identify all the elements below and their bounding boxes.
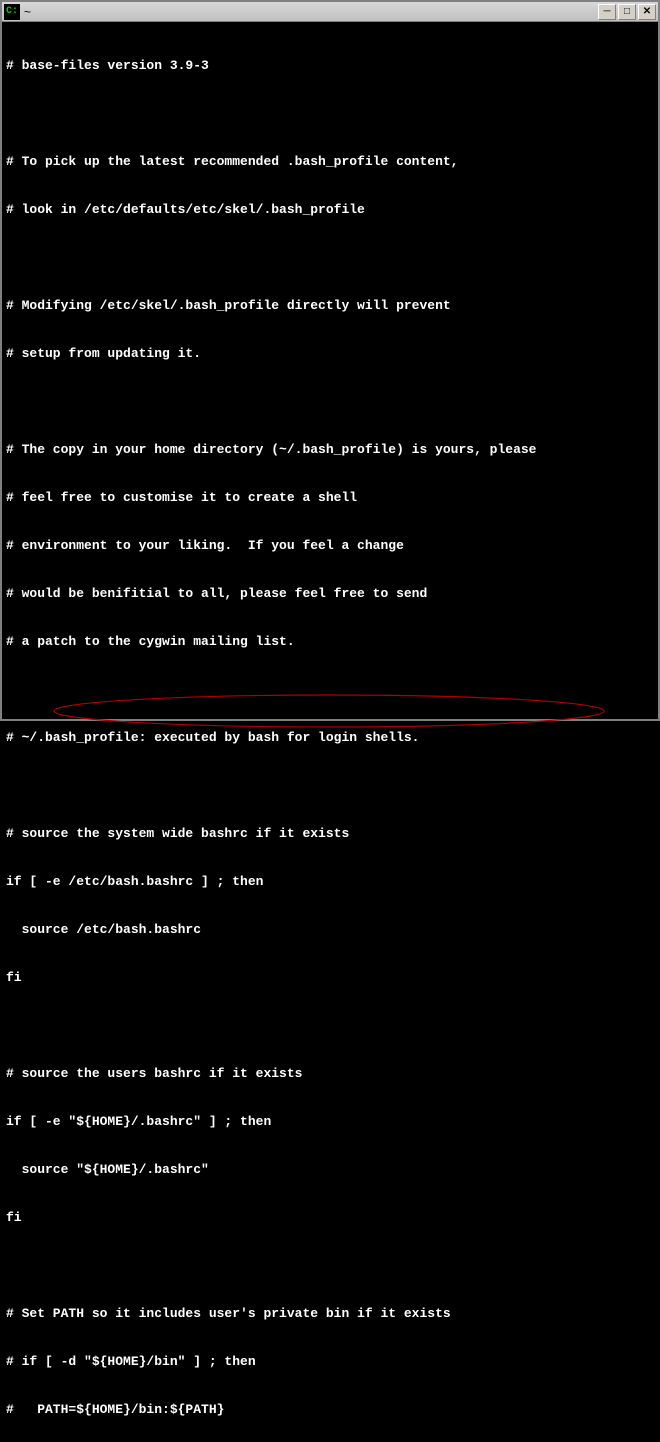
file-line: # Set PATH so it includes user's private… (6, 1306, 654, 1322)
file-line: # feel free to customise it to create a … (6, 490, 654, 506)
file-line: # The copy in your home directory (~/.ba… (6, 442, 654, 458)
window-title: ~ (24, 5, 598, 19)
file-line: if [ -e /etc/bash.bashrc ] ; then (6, 874, 654, 890)
file-line: # if [ -d "${HOME}/bin" ] ; then (6, 1354, 654, 1370)
file-line (6, 394, 654, 410)
app-icon: C: (4, 4, 20, 20)
file-line: # look in /etc/defaults/etc/skel/.bash_p… (6, 202, 654, 218)
file-line: # base-files version 3.9-3 (6, 58, 654, 74)
file-line: # would be benifitial to all, please fee… (6, 586, 654, 602)
file-line (6, 250, 654, 266)
file-line (6, 682, 654, 698)
file-line: # To pick up the latest recommended .bas… (6, 154, 654, 170)
file-line: # ~/.bash_profile: executed by bash for … (6, 730, 654, 746)
file-line: source /etc/bash.bashrc (6, 922, 654, 938)
window-controls: ─ □ ✕ (598, 4, 656, 20)
file-line: source "${HOME}/.bashrc" (6, 1162, 654, 1178)
minimize-button[interactable]: ─ (598, 4, 616, 20)
file-line: fi (6, 970, 654, 986)
file-line: # environment to your liking. If you fee… (6, 538, 654, 554)
file-line (6, 778, 654, 794)
terminal-content[interactable]: # base-files version 3.9-3 # To pick up … (2, 22, 658, 1442)
file-line (6, 1258, 654, 1274)
titlebar[interactable]: C: ~ ─ □ ✕ (2, 2, 658, 22)
maximize-button[interactable]: □ (618, 4, 636, 20)
file-line: fi (6, 1210, 654, 1226)
file-line: # source the system wide bashrc if it ex… (6, 826, 654, 842)
file-line: # source the users bashrc if it exists (6, 1066, 654, 1082)
file-line: # Modifying /etc/skel/.bash_profile dire… (6, 298, 654, 314)
file-line (6, 1018, 654, 1034)
close-button[interactable]: ✕ (638, 4, 656, 20)
file-line: # a patch to the cygwin mailing list. (6, 634, 654, 650)
file-line: if [ -e "${HOME}/.bashrc" ] ; then (6, 1114, 654, 1130)
file-line: # PATH=${HOME}/bin:${PATH} (6, 1402, 654, 1418)
terminal-window: C: ~ ─ □ ✕ # base-files version 3.9-3 # … (0, 0, 660, 721)
file-line: # setup from updating it. (6, 346, 654, 362)
file-line (6, 106, 654, 122)
